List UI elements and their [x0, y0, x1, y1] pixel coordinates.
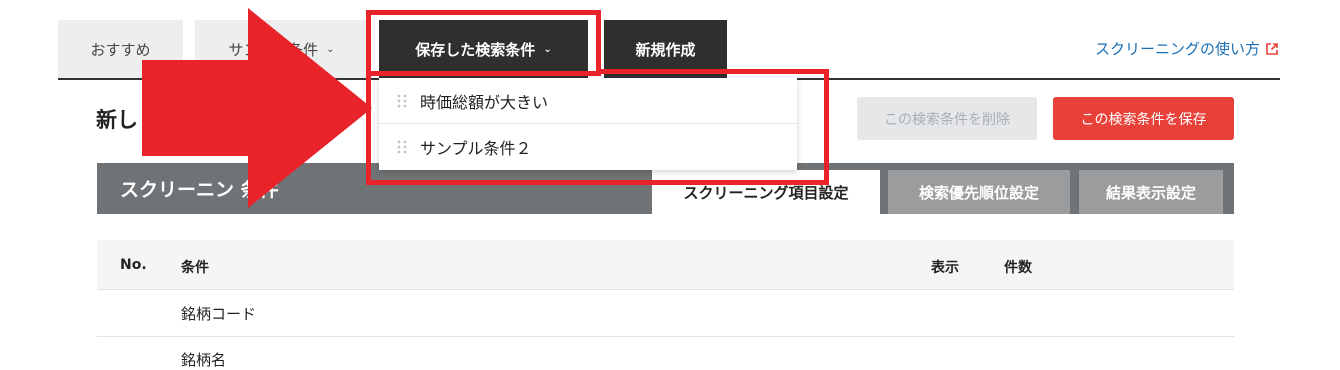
red-arrow-annotation — [142, 8, 372, 208]
